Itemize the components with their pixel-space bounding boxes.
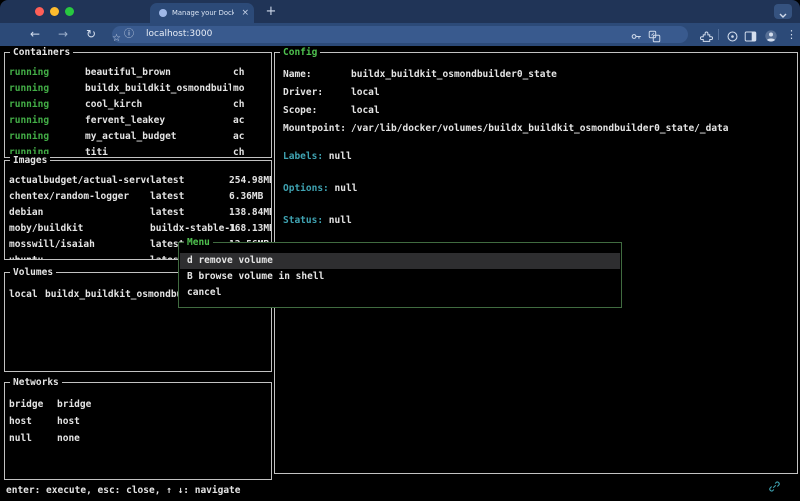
bookmark-star-icon[interactable]: ☆ [112,33,121,44]
window-close-button[interactable] [35,7,44,16]
config-field: Driver: local [275,85,797,101]
side-panel-icon[interactable] [744,28,758,42]
extensions-puzzle-icon[interactable] [700,28,714,42]
network-row[interactable]: bridge bridge [5,397,271,413]
panel-containers: Containers running beautiful_brown ch ru… [4,52,272,158]
reload-button[interactable]: ↻ [86,26,96,43]
network-row[interactable]: host host [5,414,271,430]
url-text[interactable]: localhost:3000 [146,29,212,40]
tab-search-chevron-icon[interactable] [774,4,792,19]
forward-button[interactable]: → [58,26,68,43]
config-field: Status: null [283,213,352,229]
image-row[interactable]: moby/buildkit buildx-stable-1 168.13MB [5,221,271,237]
container-row[interactable]: running beautiful_brown ch [5,65,271,81]
config-field: Scope: local [275,103,797,119]
keybind-status-bar: enter: execute, esc: close, ↑ ↓: navigat… [6,483,241,499]
translate-icon[interactable] [648,28,662,41]
extension-icon[interactable] [726,28,740,42]
container-row[interactable]: running cool_kirch ch [5,97,271,113]
tab-close-icon[interactable]: × [241,7,249,19]
connection-link-icon [768,480,782,494]
menu-item-browse-volume[interactable]: B browse volume in shell [180,269,620,285]
password-key-icon[interactable] [630,28,644,41]
docker-tui: Containers running beautiful_brown ch ru… [0,46,800,501]
site-info-icon[interactable]: ⓘ [124,28,134,41]
url-bar[interactable]: ⓘ localhost:3000 ☆ [112,26,688,43]
menu-title: Menu [184,236,213,249]
toolbar-divider [718,29,719,40]
back-button[interactable]: ← [30,26,40,43]
tab-favicon-icon [159,9,167,17]
tab-strip: Manage your Docker fleet wi × + [0,0,800,23]
config-field: Labels: null [283,149,352,165]
container-row[interactable]: running buildx_buildkit_osmondbuilder0 m… [5,81,271,97]
window-minimize-button[interactable] [50,7,59,16]
container-row[interactable]: running my_actual_budget ac [5,129,271,145]
image-row[interactable]: chentex/random-logger latest 6.36MB [5,189,271,205]
image-row[interactable]: actualbudget/actual-server latest 254.98… [5,173,271,189]
tab-title: Manage your Docker fleet wi [172,7,234,19]
panel-networks: Networks bridge bridge host host null no… [4,382,272,480]
image-row[interactable]: debian latest 138.84MB [5,205,271,221]
menu-item-remove-volume[interactable]: d remove volume [180,253,620,269]
browser-window: Manage your Docker fleet wi × + ← → ↻ ⓘ … [0,0,800,501]
new-tab-button[interactable]: + [262,3,280,21]
config-field: Mountpoint: /var/lib/docker/volumes/buil… [275,121,797,137]
container-row[interactable]: running fervent_leakey ac [5,113,271,129]
menu-popup: Menu d remove volume B browse volume in … [178,242,622,308]
window-zoom-button[interactable] [65,7,74,16]
menu-item-cancel[interactable]: cancel [180,285,620,301]
network-row[interactable]: null none [5,431,271,447]
browser-tab[interactable]: Manage your Docker fleet wi × [150,3,254,23]
config-field: Name: buildx_buildkit_osmondbuilder0_sta… [275,67,797,83]
browser-menu-kebab-icon[interactable]: ⋮ [786,27,797,42]
profile-avatar-icon[interactable] [764,28,778,42]
config-field: Options: null [283,181,357,197]
browser-toolbar: ← → ↻ ⓘ localhost:3000 ☆ ⋮ [0,23,800,46]
